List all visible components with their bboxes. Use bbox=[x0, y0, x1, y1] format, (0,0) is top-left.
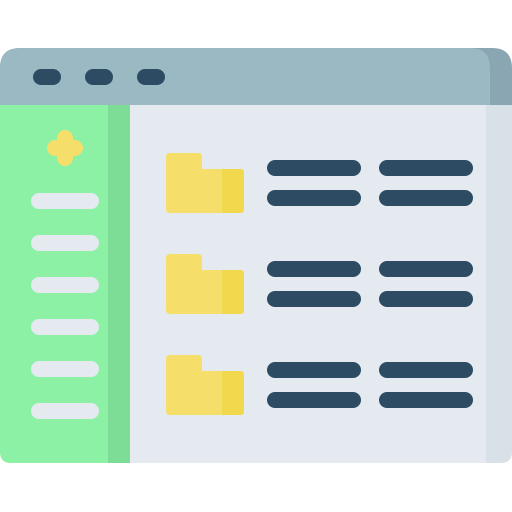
sidebar-menu-item bbox=[31, 277, 99, 293]
sidebar-menu-item bbox=[31, 319, 99, 335]
file-text-line bbox=[267, 160, 361, 176]
file-text-line bbox=[267, 261, 361, 277]
file-text-line bbox=[267, 291, 361, 307]
file-text-line bbox=[379, 190, 473, 206]
file-text-line bbox=[379, 362, 473, 378]
sidebar-shade bbox=[108, 105, 130, 463]
window-controls bbox=[33, 69, 165, 85]
sidebar-menu-item bbox=[31, 361, 99, 377]
folder-front bbox=[222, 169, 244, 213]
sidebar-menu-item bbox=[31, 235, 99, 251]
file-text-line bbox=[379, 261, 473, 277]
file-text-line bbox=[379, 160, 473, 176]
sidebar-menu-item bbox=[31, 193, 99, 209]
file-text-line bbox=[267, 392, 361, 408]
browser-window bbox=[0, 48, 512, 463]
file-text-line bbox=[379, 392, 473, 408]
folder-front bbox=[222, 371, 244, 415]
sidebar bbox=[0, 105, 130, 463]
file-manager-window-icon bbox=[0, 48, 512, 463]
title-bar-bg bbox=[0, 48, 490, 105]
sidebar-menu-item bbox=[31, 403, 99, 419]
file-text-line bbox=[267, 362, 361, 378]
window-control-dot bbox=[137, 69, 165, 85]
title-bar bbox=[0, 48, 512, 105]
file-text-line bbox=[267, 190, 361, 206]
window-control-dot bbox=[85, 69, 113, 85]
file-text-line bbox=[379, 291, 473, 307]
window-control-dot bbox=[33, 69, 61, 85]
folder-front bbox=[222, 270, 244, 314]
